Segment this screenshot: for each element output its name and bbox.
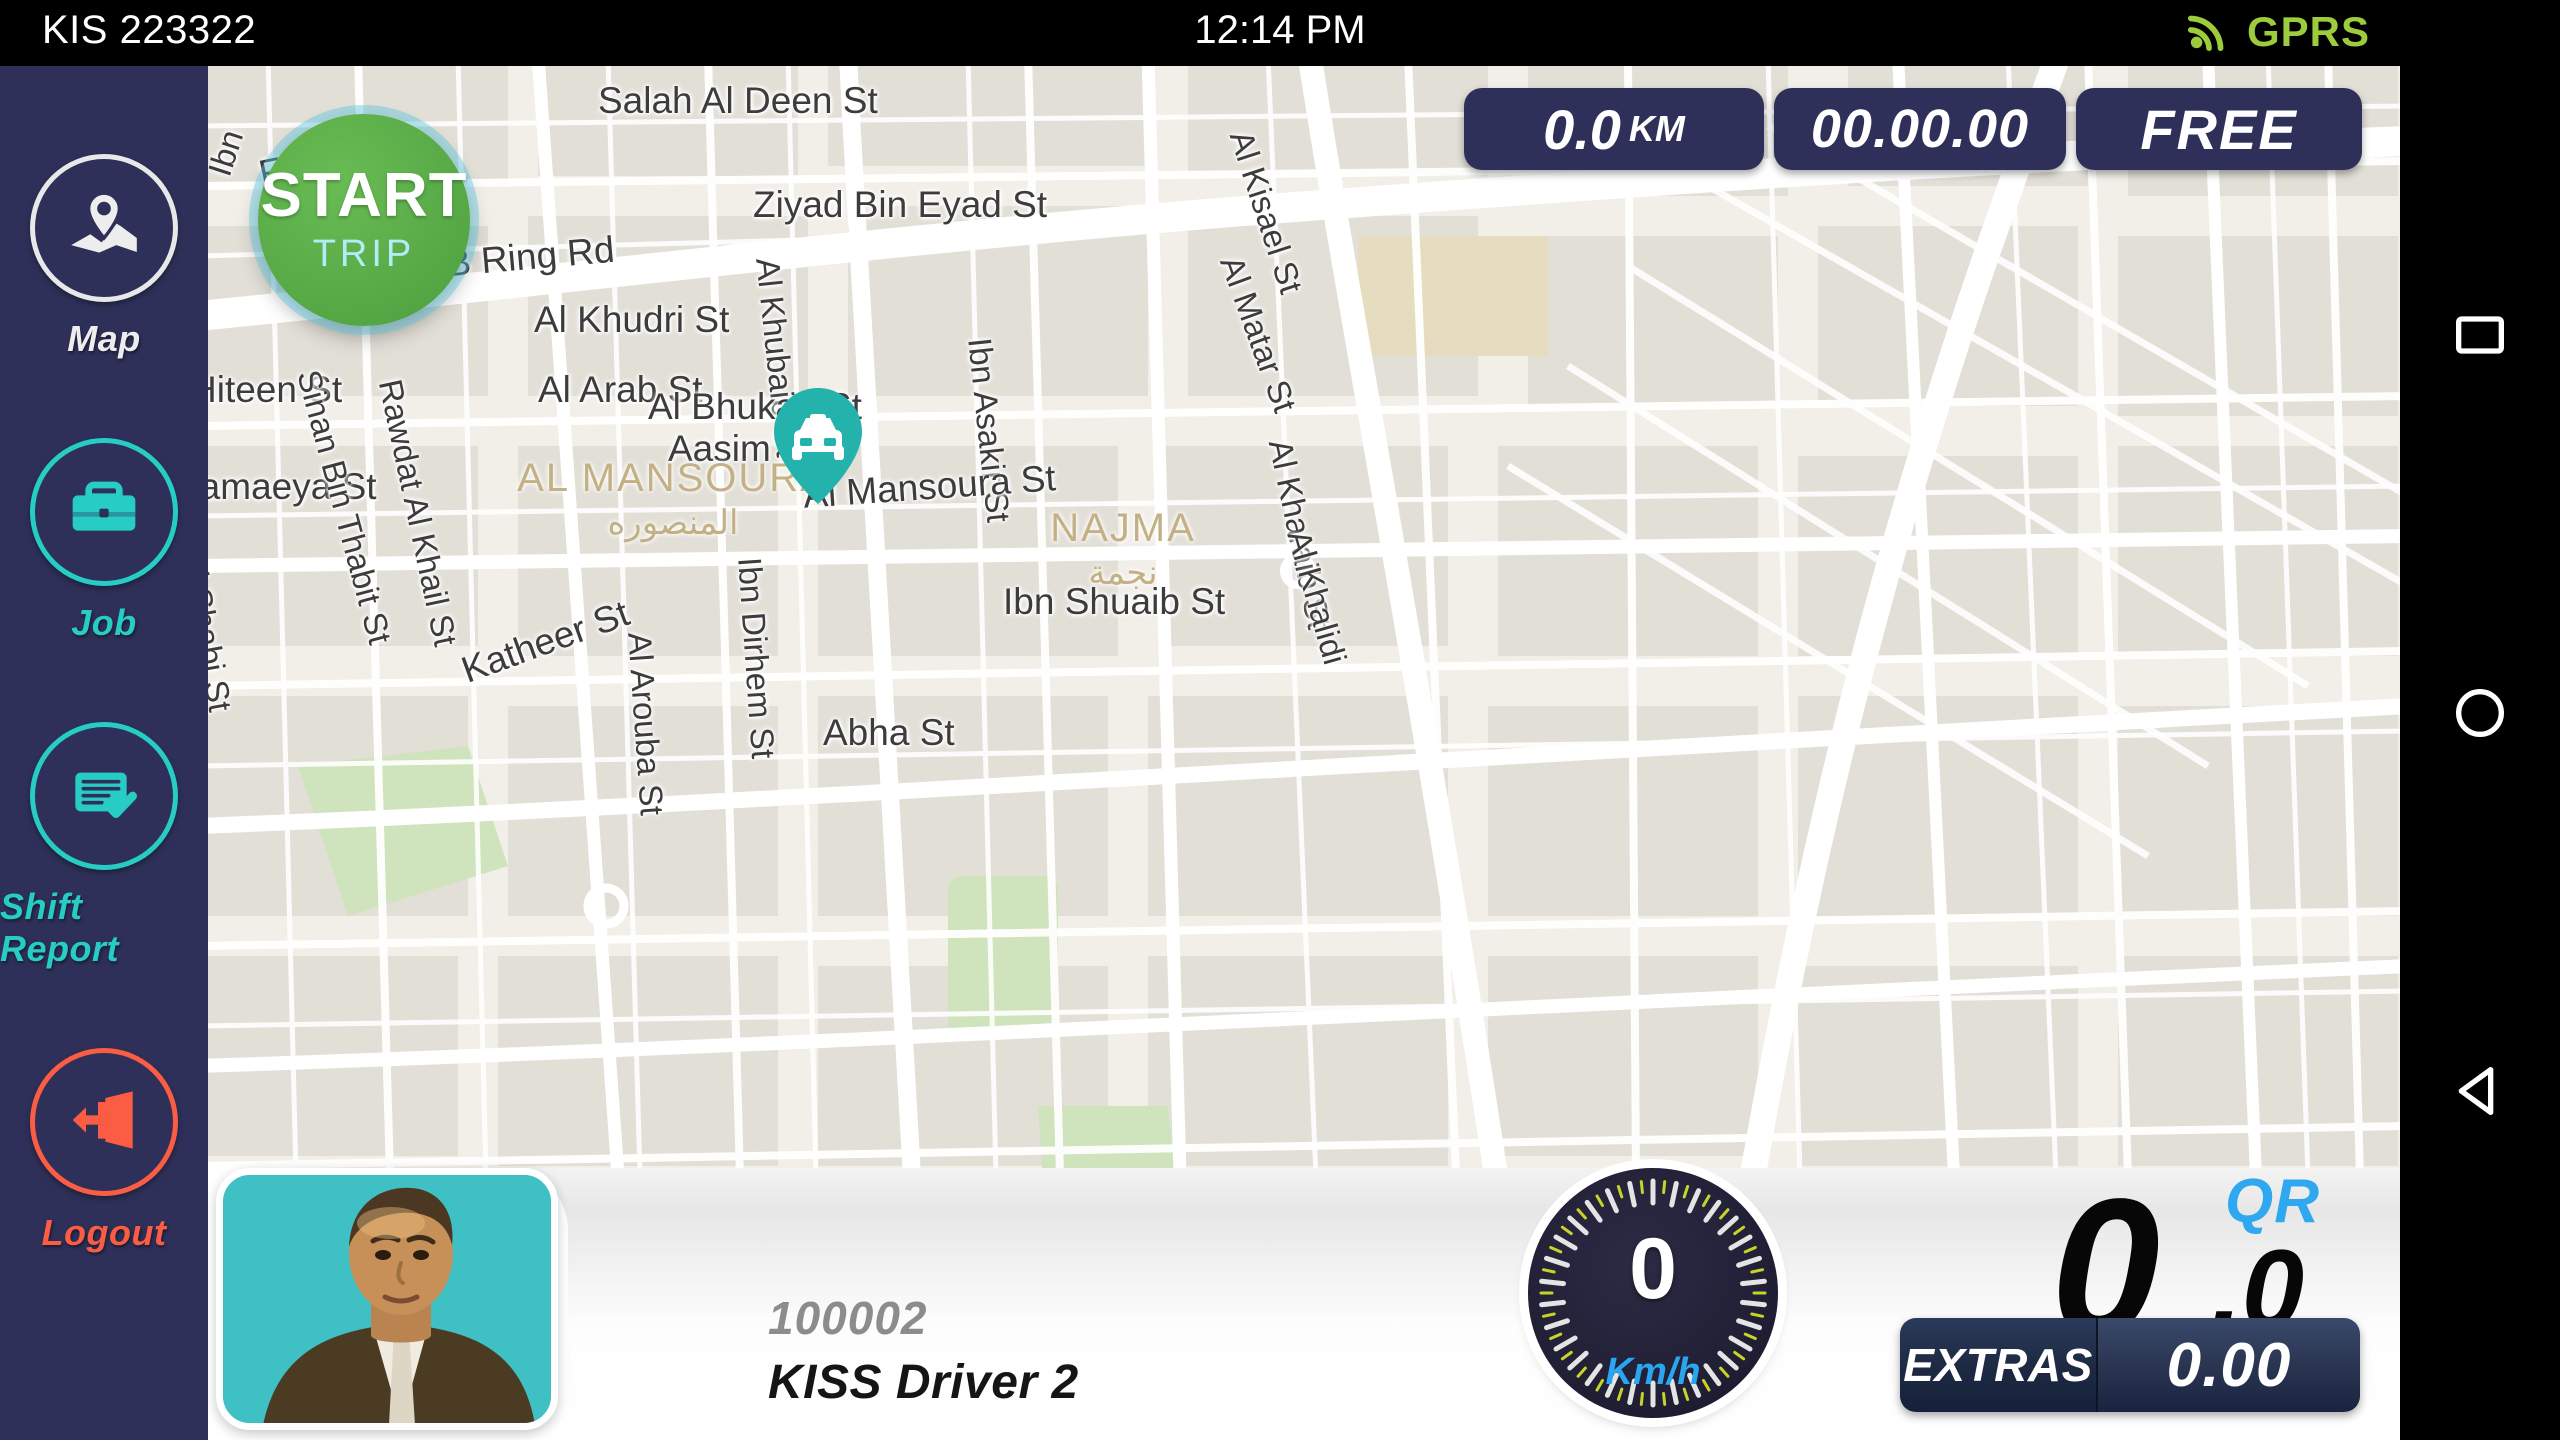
sidebar-item-label: Job [71, 602, 137, 643]
distance-value: 0.0 [1543, 97, 1621, 161]
extras-label: EXTRAS [1900, 1318, 2098, 1412]
driver-photo [216, 1168, 558, 1430]
duration-pill[interactable]: 00.00.00 [1774, 88, 2066, 170]
meter-pill-group: 0.0 KM 00.00.00 FREE [1464, 88, 2362, 170]
map-icon-ring [30, 154, 178, 302]
start-trip-button[interactable]: START TRIP [258, 114, 470, 326]
start-trip-primary-label: START [260, 160, 468, 230]
taxi-pin-icon[interactable] [768, 386, 868, 506]
distance-unit: KM [1628, 108, 1685, 149]
sidebar-item-job[interactable]: Job [0, 438, 208, 644]
job-icon-ring [30, 438, 178, 586]
circle-icon[interactable] [2448, 681, 2512, 745]
map-pin-icon [63, 185, 145, 272]
logout-arrow-icon [64, 1080, 144, 1165]
bottom-panel: 100002 KISS Driver 2 0 Km/h 0 .0 QR EXTR… [208, 1167, 2400, 1440]
driver-id: 100002 [768, 1292, 928, 1344]
speedometer: 0 Km/h [1528, 1168, 1778, 1418]
main-content: Salah Al Deen St Ziyad Bin Eyad St Farab… [208, 66, 2400, 1440]
briefcase-icon [64, 470, 144, 555]
trip-state-pill[interactable]: FREE [2076, 88, 2362, 170]
speed-value: 0 [1629, 1221, 1677, 1317]
report-check-icon [64, 754, 144, 839]
network-status: GPRS [2187, 6, 2370, 57]
clock: 12:14 PM [1194, 8, 1366, 52]
speed-unit: Km/h [1605, 1351, 1701, 1393]
driver-info: 100002 KISS Driver 2 [768, 1291, 1079, 1410]
extras-control[interactable]: EXTRAS 0.00 [1900, 1318, 2360, 1412]
square-icon[interactable] [2448, 303, 2512, 367]
sidebar-item-label: Logout [41, 1212, 167, 1253]
android-nav-bar [2400, 66, 2560, 1440]
shift-report-icon-ring [30, 722, 178, 870]
sidebar-item-shift-report[interactable]: Shift Report [0, 722, 208, 970]
start-trip-secondary-label: TRIP [312, 232, 416, 275]
driver-name: KISS Driver 2 [768, 1356, 1079, 1409]
sidebar-item-logout[interactable]: Logout [0, 1048, 208, 1254]
logout-icon-ring [30, 1048, 178, 1196]
sidebar-item-map[interactable]: Map [0, 154, 208, 360]
fare-currency: QR [2225, 1167, 2320, 1236]
street-label: Ziyad Bin Eyad St [753, 184, 1048, 225]
signal-arc-icon [2187, 6, 2233, 57]
street-label: Al Khudri St [534, 299, 730, 340]
triangle-back-icon[interactable] [2448, 1059, 2512, 1123]
sidebar-item-label: Shift Report [0, 886, 119, 969]
sidebar-item-label: Map [67, 318, 141, 359]
street-label: Abha St [823, 712, 955, 753]
distance-pill[interactable]: 0.0 KM [1464, 88, 1764, 170]
neighborhood-label: NAJMA نجمة [1050, 506, 1196, 592]
extras-amount: 0.00 [2098, 1318, 2360, 1412]
status-bar: KIS 223322 12:14 PM GPRS [0, 0, 2560, 66]
street-label: Salah Al Deen St [598, 80, 878, 121]
network-label: GPRS [2246, 7, 2370, 55]
sidebar: Map Job Shift Report Logout [0, 66, 208, 1440]
